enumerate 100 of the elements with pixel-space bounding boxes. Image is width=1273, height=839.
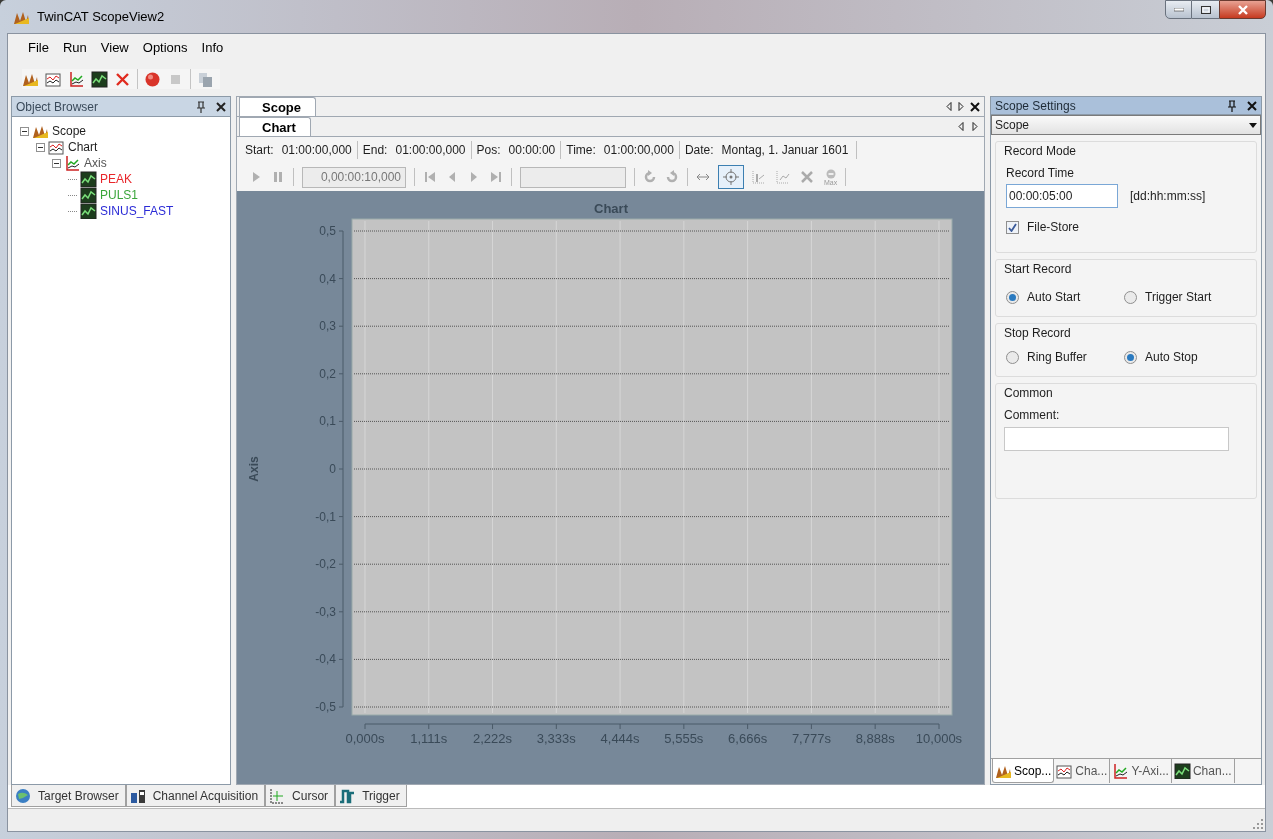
- tab[interactable]: Scop...: [992, 759, 1055, 783]
- tab[interactable]: Channel Acquisition: [125, 785, 266, 807]
- menu-item[interactable]: Options: [136, 36, 194, 60]
- close-icon[interactable]: [970, 101, 980, 112]
- menu-item[interactable]: Info: [195, 36, 230, 60]
- skip-start-icon[interactable]: [423, 170, 437, 184]
- chart-icon: [48, 139, 65, 155]
- panel-title: Scope Settings: [995, 97, 1077, 115]
- minimize-icon: [1173, 7, 1184, 12]
- x-tick-label: 3,333s: [536, 731, 576, 746]
- y-tick-label: -0,2: [315, 557, 336, 572]
- tab[interactable]: Chan...: [1171, 759, 1235, 783]
- record-time-field[interactable]: 00:00:05:00: [1006, 184, 1118, 208]
- radio-label: Auto Stop: [1145, 349, 1198, 366]
- caret-icon: [1249, 122, 1257, 128]
- y-tick-label: 0,3: [319, 319, 336, 334]
- panel-title: Object Browser: [16, 98, 100, 116]
- field-label: Comment:: [1004, 407, 1061, 424]
- tree-item[interactable]: SINUS_FAST: [100, 202, 174, 220]
- y-tick-label: 0,5: [319, 224, 336, 238]
- status-value: Montag, 1. Januar 1601: [721, 142, 849, 159]
- y-tick-label: -0,4: [315, 652, 336, 667]
- dropdown[interactable]: Scope: [991, 115, 1261, 135]
- y-tick-label: -0,1: [315, 509, 336, 524]
- x-tick-label: 0,000s: [345, 731, 385, 746]
- group-title: Common: [1004, 385, 1054, 402]
- acquisition-icon: [129, 787, 147, 804]
- tree-item[interactable]: Chart: [68, 138, 98, 156]
- radio-button[interactable]: [1124, 350, 1137, 364]
- group-title: Record Mode: [1004, 143, 1078, 160]
- tab[interactable]: Cha...: [1054, 759, 1111, 783]
- field-label: Record Time: [1006, 165, 1076, 182]
- y-tick-label: 0,4: [319, 271, 336, 286]
- channel-icon[interactable]: [91, 70, 108, 88]
- status-value: 01:00:00,000: [603, 142, 674, 159]
- x-tick-label: 2,222s: [473, 731, 513, 746]
- record-icon[interactable]: [144, 70, 161, 88]
- expander-button[interactable]: [52, 158, 61, 168]
- window-title: TwinCAT ScopeView2: [37, 7, 165, 26]
- group-title: Start Record: [1004, 261, 1073, 278]
- menu-item[interactable]: Run: [56, 36, 93, 60]
- status-label: Start:: [245, 142, 274, 159]
- menu-item[interactable]: File: [22, 36, 55, 60]
- x-tick-label: 6,666s: [728, 731, 768, 746]
- resize-grip-icon: [1253, 819, 1263, 829]
- tab[interactable]: Target Browser: [11, 785, 126, 807]
- x-tick-label: 5,555s: [664, 731, 704, 746]
- menu-item[interactable]: View: [94, 36, 135, 60]
- tab[interactable]: Y-Axi...: [1110, 759, 1172, 783]
- tree-item[interactable]: PEAK: [100, 170, 132, 188]
- delete-icon[interactable]: [114, 70, 131, 88]
- status-value: 01:00:00,000: [281, 142, 352, 159]
- maximize-button[interactable]: [1192, 0, 1219, 19]
- tree-item[interactable]: Scope: [52, 122, 87, 140]
- crosshair-icon: [723, 169, 739, 185]
- checkbox[interactable]: [1006, 220, 1019, 234]
- input-field[interactable]: [520, 166, 626, 188]
- left-arrow-icon[interactable]: [958, 122, 964, 131]
- axis-icon[interactable]: [68, 70, 85, 88]
- chart-icon: [1056, 763, 1074, 779]
- status-label: End:: [362, 142, 388, 159]
- right-arrow-icon[interactable]: [972, 122, 978, 131]
- tab[interactable]: Scope: [239, 97, 316, 116]
- expander-button[interactable]: [20, 126, 29, 136]
- channel-icon: [80, 187, 97, 203]
- chart-icon[interactable]: [45, 70, 62, 88]
- chart-title: Chart: [594, 201, 628, 216]
- copy-icon[interactable]: [197, 70, 214, 88]
- left-arrow-icon[interactable]: [946, 102, 952, 111]
- radio-label: Auto Start: [1027, 289, 1081, 306]
- move-tool-button[interactable]: [718, 165, 744, 189]
- expander-button[interactable]: [36, 142, 45, 152]
- close-icon[interactable]: [216, 101, 226, 112]
- minimize-button[interactable]: [1165, 0, 1192, 19]
- pin-icon[interactable]: [196, 100, 206, 113]
- close-button[interactable]: [1219, 0, 1266, 19]
- minus-icon: [38, 144, 43, 150]
- radio-button[interactable]: [1006, 350, 1019, 364]
- comment-field[interactable]: [1004, 427, 1229, 451]
- y-tick-label: -0,5: [315, 700, 336, 714]
- cross-tool-icon[interactable]: [800, 170, 816, 184]
- x-tick-label: 1,111s: [410, 731, 448, 746]
- tab[interactable]: Trigger: [335, 785, 407, 807]
- y-tick-label: 0,1: [319, 414, 336, 429]
- time-span-field[interactable]: 0,00:00:10,000: [302, 166, 406, 188]
- radio-button[interactable]: [1006, 290, 1019, 304]
- axis-icon: [64, 155, 81, 171]
- status-label: Pos:: [476, 142, 501, 159]
- y-tick-label: -0,3: [315, 604, 336, 619]
- close-icon: [1236, 4, 1249, 15]
- tree-item[interactable]: Axis: [84, 154, 107, 172]
- pin-icon[interactable]: [1227, 99, 1237, 112]
- y-tick-label: 0: [329, 462, 336, 476]
- tab[interactable]: Chart: [239, 117, 311, 136]
- right-arrow-icon[interactable]: [958, 102, 964, 111]
- radio-button[interactable]: [1124, 290, 1137, 304]
- tab[interactable]: Cursor: [265, 785, 336, 807]
- close-icon[interactable]: [1247, 100, 1257, 111]
- minus-icon: [54, 160, 59, 166]
- y-axis-title: Axis: [247, 456, 261, 482]
